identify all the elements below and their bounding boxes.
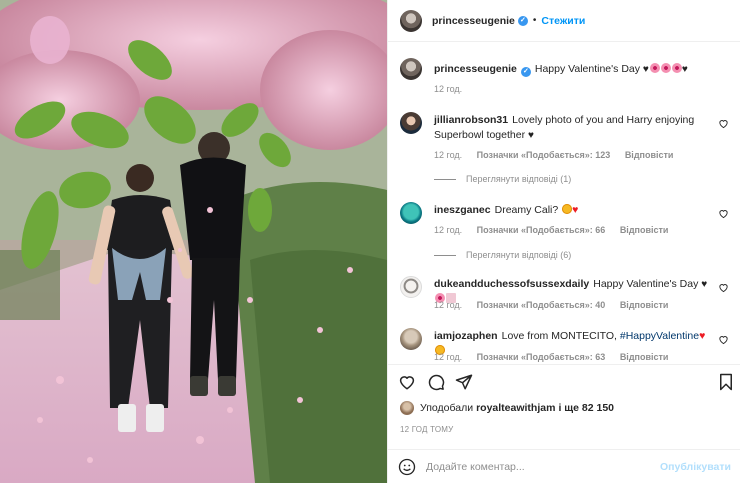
- view-replies-label: Переглянути відповіді (6): [466, 250, 572, 260]
- commenter-avatar[interactable]: [400, 202, 422, 224]
- author-username[interactable]: princesseugenie: [432, 15, 515, 27]
- comment-age[interactable]: 12 год.: [434, 225, 462, 235]
- blossom-emoji: [660, 63, 671, 73]
- black-heart-emoji: ♥: [527, 130, 534, 141]
- bookmark-icon[interactable]: [717, 373, 735, 391]
- reply-button[interactable]: Відповісти: [620, 300, 669, 310]
- black-heart-emoji: ♥: [642, 64, 649, 75]
- comment-text: Happy Valentine's Day: [593, 278, 699, 290]
- caption-meta: 12 год.: [434, 84, 474, 94]
- comment-likes-count[interactable]: Позначки «Подобається»: 40: [477, 300, 606, 310]
- liker-avatar[interactable]: [400, 401, 414, 415]
- comment-age[interactable]: 12 год.: [434, 150, 462, 160]
- liker-username[interactable]: royalteawithjam: [476, 402, 555, 414]
- comment-icon[interactable]: [427, 373, 445, 391]
- heart-icon[interactable]: [398, 373, 416, 391]
- comment-like-heart-icon[interactable]: [718, 118, 729, 129]
- view-replies-button[interactable]: Переглянути відповіді (1): [434, 174, 571, 184]
- post-actions: Уподобали royalteawithjam і ще 82 150 12…: [388, 364, 740, 483]
- share-icon[interactable]: [455, 373, 473, 391]
- comment-likes-count[interactable]: Позначки «Подобається»: 123: [477, 150, 611, 160]
- black-heart-emoji: ♥: [701, 279, 708, 290]
- post-image: [0, 0, 387, 483]
- commenter-avatar[interactable]: [400, 328, 422, 350]
- caption-age[interactable]: 12 год.: [434, 84, 462, 94]
- caption: princesseugenie ✓ Happy Valentine's Day ♥ ♥…: [400, 58, 735, 108]
- author-avatar[interactable]: [400, 58, 422, 80]
- post-timestamp[interactable]: 12 ГОД ТОМУ: [400, 425, 453, 434]
- likes-prefix: Уподобали: [420, 402, 474, 414]
- view-replies-button[interactable]: Переглянути відповіді (6): [434, 250, 571, 260]
- comment-meta: 12 год. Позначки «Подобається»: 63 Відпо…: [434, 352, 680, 362]
- replies-line: [434, 178, 456, 180]
- replies-line: [434, 254, 456, 256]
- red-heart-emoji: ♥: [572, 204, 579, 216]
- comment-meta: 12 год. Позначки «Подобається»: 40 Відпо…: [434, 300, 680, 310]
- comment-username[interactable]: jillianrobson31: [434, 114, 508, 126]
- blossom-emoji: [649, 63, 660, 73]
- reply-button[interactable]: Відповісти: [620, 225, 669, 235]
- likes-count[interactable]: і ще 82 150: [558, 402, 614, 414]
- post-side-panel: princesseugenie ✓ • Стежити princesseuge…: [387, 0, 740, 483]
- comment-username[interactable]: ineszganec: [434, 204, 491, 216]
- verified-badge-icon: ✓: [520, 67, 531, 77]
- comment-text: Dreamy Cali?: [494, 204, 559, 216]
- comment-text: Love from MONTECITO,: [501, 330, 617, 342]
- post-photo[interactable]: [0, 0, 387, 483]
- comment-age[interactable]: 12 год.: [434, 300, 462, 310]
- reply-button[interactable]: Відповісти: [625, 150, 674, 160]
- author-avatar[interactable]: [400, 9, 422, 32]
- comments-list[interactable]: princesseugenie ✓ Happy Valentine's Day ♥ ♥…: [388, 42, 740, 364]
- commenter-avatar[interactable]: [400, 276, 422, 298]
- comment-item: dukeandduchessofsussexdaily Happy Valenti…: [400, 276, 735, 316]
- comment-item: jillianrobson31 Lovely photo of you and H…: [400, 112, 735, 192]
- comment-composer: Опублікувати: [388, 449, 740, 483]
- separator-dot: •: [532, 15, 537, 26]
- caption-username[interactable]: princesseugenie: [434, 63, 517, 75]
- emoji-icon[interactable]: [398, 458, 416, 476]
- comment-likes-count[interactable]: Позначки «Подобається»: 66: [477, 225, 606, 235]
- comment-item: iamjozaphen Love from MONTECITO, #HappyVa…: [400, 328, 735, 364]
- blossom-emoji: [671, 63, 682, 73]
- red-heart-emoji: ♥: [699, 330, 706, 342]
- comment-like-heart-icon[interactable]: [718, 208, 729, 219]
- heart-eyes-emoji: [562, 204, 573, 214]
- likes-summary: Уподобали royalteawithjam і ще 82 150: [400, 401, 614, 415]
- comment-meta: 12 год. Позначки «Подобається»: 123 Відп…: [434, 150, 685, 160]
- follow-button[interactable]: Стежити: [541, 15, 585, 27]
- caption-text: Happy Valentine's Day: [534, 63, 640, 75]
- comment-username[interactable]: dukeandduchessofsussexdaily: [434, 278, 589, 290]
- reply-button[interactable]: Відповісти: [620, 352, 669, 362]
- commenter-avatar[interactable]: [400, 112, 422, 134]
- comment-item: ineszganec Dreamy Cali? ♥ 12 год. Позначк…: [400, 202, 735, 272]
- view-replies-label: Переглянути відповіді (1): [466, 174, 572, 184]
- publish-button[interactable]: Опублікувати: [660, 461, 731, 473]
- post-header: princesseugenie ✓ • Стежити: [388, 0, 740, 42]
- comment-username[interactable]: iamjozaphen: [434, 330, 498, 342]
- comment-like-heart-icon[interactable]: [718, 282, 729, 293]
- black-heart-emoji: ♥: [681, 64, 688, 75]
- comment-hashtag[interactable]: #HappyValentine: [620, 330, 699, 342]
- verified-badge-icon: ✓: [517, 15, 528, 26]
- comment-age[interactable]: 12 год.: [434, 352, 462, 362]
- comment-likes-count[interactable]: Позначки «Подобається»: 63: [477, 352, 606, 362]
- comment-meta: 12 год. Позначки «Подобається»: 66 Відпо…: [434, 225, 680, 235]
- comment-input[interactable]: [426, 461, 656, 473]
- comment-like-heart-icon[interactable]: [718, 334, 729, 345]
